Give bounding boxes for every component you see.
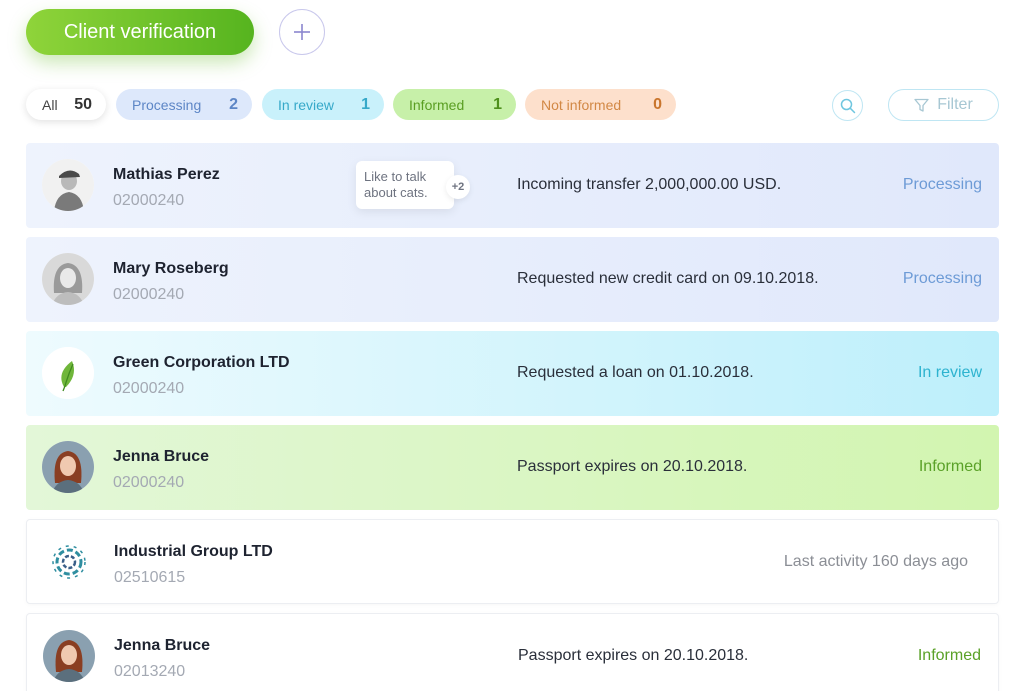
avatar: [42, 159, 94, 211]
client-activity: Incoming transfer 2,000,000.00 USD.: [517, 176, 782, 193]
filter-processing-pill[interactable]: Processing 2: [116, 89, 252, 120]
page-header: Client verification: [0, 0, 1020, 70]
client-verification-button[interactable]: Client verification: [26, 9, 254, 55]
client-status: Processing: [902, 270, 982, 287]
filter-all-pill[interactable]: All 50: [26, 89, 106, 120]
client-row[interactable]: Green Corporation LTD 02000240 Requested…: [26, 331, 999, 416]
filter-informed-count: 1: [493, 95, 502, 113]
filter-informed-pill[interactable]: Informed 1: [393, 89, 516, 120]
client-name: Green Corporation LTD: [113, 354, 290, 371]
search-icon: [840, 98, 855, 113]
client-activity: Passport expires on 20.10.2018.: [517, 458, 748, 475]
filter-label: Filter: [937, 96, 973, 113]
avatar: [42, 253, 94, 305]
filter-in-review-count: 1: [361, 95, 370, 113]
woman-red-hair-photo: [42, 441, 94, 493]
man-with-cap-photo: [42, 159, 94, 211]
search-button[interactable]: [832, 90, 863, 121]
client-row[interactable]: Jenna Bruce 02000240 Passport expires on…: [26, 425, 999, 510]
filter-button[interactable]: Filter: [888, 89, 999, 121]
filter-all-label: All: [42, 96, 58, 113]
client-name: Mary Roseberg: [113, 260, 229, 277]
client-id: 02013240: [114, 663, 186, 680]
filter-in-review-label: In review: [278, 96, 335, 113]
client-verification-label: Client verification: [63, 20, 217, 43]
client-id: 02000240: [113, 474, 185, 491]
client-name: Jenna Bruce: [113, 448, 210, 465]
client-name: Jenna Bruce: [114, 637, 211, 654]
client-activity: Passport expires on 20.10.2018.: [518, 647, 749, 664]
client-name: Industrial Group LTD: [114, 543, 273, 560]
filter-not-informed-pill[interactable]: Not informed 0: [525, 89, 676, 120]
avatar: [43, 630, 95, 682]
client-id: 02000240: [113, 380, 185, 397]
filter-informed-label: Informed: [409, 96, 465, 113]
client-id: 02000240: [113, 192, 185, 209]
client-name: Mathias Perez: [113, 166, 220, 183]
avatar: [43, 536, 95, 588]
client-row[interactable]: Industrial Group LTD 02510615 Last activ…: [26, 519, 999, 604]
funnel-icon: [914, 98, 929, 112]
client-activity: Requested a loan on 01.10.2018.: [517, 364, 754, 381]
woman-portrait-photo: [42, 253, 94, 305]
more-notes-badge[interactable]: +2: [446, 175, 470, 199]
client-status: Informed: [917, 647, 981, 664]
filter-not-informed-count: 0: [653, 95, 662, 113]
filter-not-informed-label: Not informed: [541, 96, 622, 113]
client-row[interactable]: Mary Roseberg 02000240 Requested new cre…: [26, 237, 999, 322]
avatar: [42, 441, 94, 493]
gear-logo-icon: [43, 536, 95, 588]
filter-all-count: 50: [74, 95, 92, 113]
client-activity: Requested new credit card on 09.10.2018.: [517, 270, 819, 287]
client-id: 02510615: [114, 569, 186, 586]
status-filter-bar: All 50 Processing 2 In review 1 Informed…: [0, 86, 1020, 126]
woman-red-hair-photo: [43, 630, 95, 682]
client-id: 02000240: [113, 286, 185, 303]
filter-processing-count: 2: [229, 95, 238, 113]
client-note[interactable]: Like to talk about cats.: [356, 161, 454, 209]
plus-icon: [294, 24, 310, 40]
client-status: In review: [917, 364, 982, 381]
client-row[interactable]: Jenna Bruce 02013240 Passport expires on…: [26, 613, 999, 691]
client-last-activity: Last activity 160 days ago: [783, 553, 968, 570]
filter-in-review-pill[interactable]: In review 1: [262, 89, 384, 120]
add-button[interactable]: [279, 9, 325, 55]
filter-processing-label: Processing: [132, 96, 202, 113]
client-row[interactable]: Mathias Perez 02000240 Like to talk abou…: [26, 143, 999, 228]
avatar: [42, 347, 94, 399]
client-status: Informed: [918, 458, 982, 475]
client-status: Processing: [902, 176, 982, 193]
leaf-logo-icon: [42, 347, 94, 399]
